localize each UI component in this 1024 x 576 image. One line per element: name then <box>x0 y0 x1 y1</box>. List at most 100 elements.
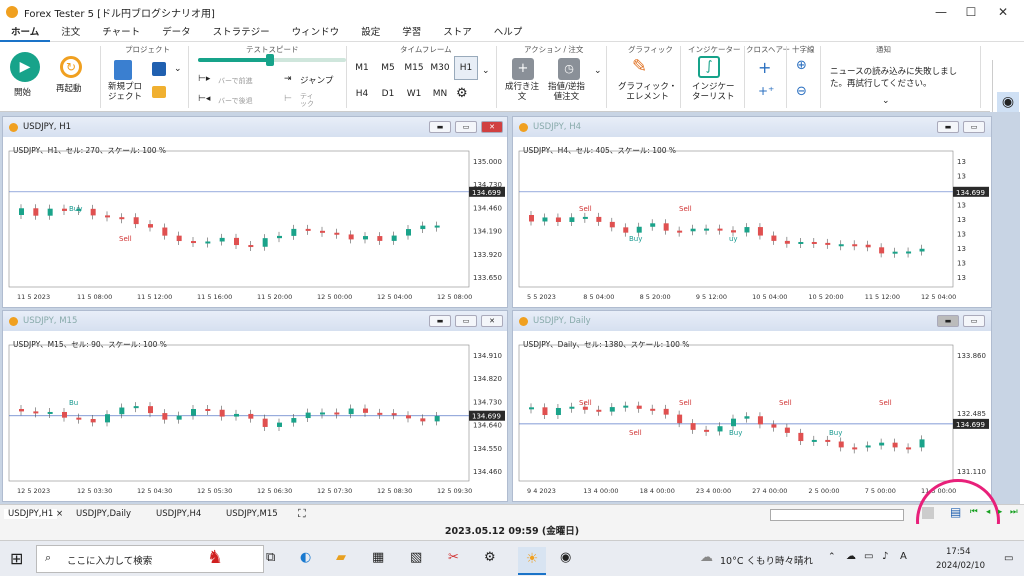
menu-chart[interactable]: チャート <box>91 24 151 42</box>
prev-icon[interactable]: ◂ <box>986 507 990 517</box>
panel-close-button[interactable]: ✕ <box>481 121 503 133</box>
speed-slider-thumb[interactable] <box>266 54 274 66</box>
tab-usdjpy-daily[interactable]: USDJPY,Daily <box>76 509 131 519</box>
crosshair-icon[interactable]: + <box>758 58 771 77</box>
zoom-in-icon[interactable]: ⊕ <box>796 58 807 73</box>
chart-panel-h4[interactable]: USDJPY, H4 ▬ ▭ USDJPY、H4、セル: 405、スケール: 1… <box>512 116 992 308</box>
panel-restore-button[interactable]: ▭ <box>963 121 985 133</box>
gear-icon[interactable]: ⚙ <box>456 86 468 101</box>
minimize-button[interactable]: — <box>926 0 956 24</box>
menu-strategy[interactable]: ストラテジー <box>202 24 281 42</box>
chevron-down-icon[interactable]: ⌄ <box>882 96 890 106</box>
menu-order[interactable]: 注文 <box>50 24 91 42</box>
jump-label[interactable]: ジャンプ <box>300 76 333 86</box>
tf-h4[interactable]: H4 <box>350 84 374 104</box>
zoom-out-icon[interactable]: ⊖ <box>796 84 807 99</box>
market-order-icon[interactable]: + <box>512 58 534 80</box>
ime-icon[interactable]: A <box>900 551 907 562</box>
tf-mn[interactable]: MN <box>428 84 452 104</box>
candlestick-chart[interactable]: 133.860 132.485 131.110 9 4 2023 13 4 00:00 1… <box>513 331 993 503</box>
new-project-label[interactable]: 新規プロ ジェクト <box>108 82 142 102</box>
calculator-icon[interactable]: ▦ <box>372 550 384 565</box>
graphic-element-label[interactable]: グラフィック・ エレメント <box>618 82 677 102</box>
menu-home[interactable]: ホーム <box>0 24 51 42</box>
new-project-icon[interactable] <box>114 60 132 80</box>
eye-icon[interactable]: ◉ <box>997 92 1019 112</box>
menu-store[interactable]: ストア <box>432 24 483 42</box>
maximize-button[interactable]: ☐ <box>956 0 986 24</box>
chevron-down-icon[interactable]: ⌄ <box>594 66 602 76</box>
save-icon[interactable] <box>152 62 166 76</box>
menu-window[interactable]: ウィンドウ <box>281 24 351 42</box>
windows-start-icon[interactable]: ⊞ <box>10 549 23 568</box>
menu-help[interactable]: ヘルプ <box>483 24 534 42</box>
menu-learning[interactable]: 学習 <box>391 24 432 42</box>
candlestick-chart[interactable]: 1313131313131313135 5 20238 5 04:008 5 2… <box>513 137 993 309</box>
last-page-icon[interactable]: ⏭ <box>1010 507 1018 517</box>
panel-minimize-button[interactable]: ▬ <box>937 121 959 133</box>
candlestick-chart[interactable]: 134.910 134.820 134.730 134.640 134.550 134.4… <box>3 331 509 503</box>
candlestick-chart[interactable]: 135.000134.730134.460134.190133.920133.6… <box>3 137 509 309</box>
network-icon[interactable]: ▭ <box>864 551 873 562</box>
jump-icon[interactable]: ⇥ <box>284 74 292 84</box>
step-back-icon[interactable]: ⊢◂ <box>198 94 210 104</box>
tab-usdjpy-h1[interactable]: USDJPY,H1 <box>4 509 58 519</box>
tab-close-icon[interactable]: × <box>56 509 63 519</box>
tf-h1[interactable]: H1 <box>454 56 478 80</box>
panel-restore-button[interactable]: ▭ <box>963 315 985 327</box>
tick-icon[interactable]: ⊢ <box>284 94 292 104</box>
tab-usdjpy-h4[interactable]: USDJPY,H4 <box>156 509 201 519</box>
menu-data[interactable]: データ <box>151 24 202 42</box>
task-view-icon[interactable]: ⧉ <box>266 550 275 565</box>
tf-w1[interactable]: W1 <box>402 84 426 104</box>
indicator-icon[interactable]: ∫ <box>698 56 720 78</box>
panel-restore-button[interactable]: ▭ <box>455 315 477 327</box>
indicator-list-label[interactable]: インジケー ターリスト <box>692 82 735 102</box>
chevron-down-icon[interactable]: ⌄ <box>482 66 490 76</box>
pencil-icon[interactable]: ✎ <box>632 56 647 77</box>
explorer-icon[interactable]: ▰ <box>336 550 346 565</box>
tf-d1[interactable]: D1 <box>376 84 400 104</box>
panel-restore-button[interactable]: ▭ <box>455 121 477 133</box>
panel-close-button[interactable]: ✕ <box>481 315 503 327</box>
chart-app-icon[interactable]: ▧ <box>410 550 422 565</box>
tf-m15[interactable]: M15 <box>402 58 426 78</box>
chart-shift-icon[interactable]: ▤ <box>950 505 961 519</box>
horizontal-scrollbar[interactable] <box>770 509 904 521</box>
volume-icon[interactable]: ♪ <box>882 551 888 562</box>
chart-panel-m15[interactable]: USDJPY, M15 ▬ ▭ ✕ USDJPY、M15、セル: 90、スケール… <box>2 310 508 502</box>
tray-chevron-icon[interactable]: ⌃ <box>828 552 836 562</box>
restart-label[interactable]: 再起動 <box>56 84 82 94</box>
tick-label[interactable]: ティ ック <box>300 92 314 108</box>
limit-order-icon[interactable]: ◷ <box>558 58 580 80</box>
step-forward-icon[interactable]: ⊢▸ <box>198 74 210 84</box>
restart-icon[interactable]: ↻ <box>60 56 82 78</box>
play-icon[interactable]: ▶ <box>10 52 40 82</box>
tf-m5[interactable]: M5 <box>376 58 400 78</box>
bar-back-label[interactable]: バーで後退 <box>218 96 253 106</box>
panel-minimize-button[interactable]: ▬ <box>937 315 959 327</box>
fullscreen-icon[interactable]: ⛶ <box>298 507 306 521</box>
tf-m30[interactable]: M30 <box>428 58 452 78</box>
dark-app-icon[interactable]: ⚙ <box>484 550 496 565</box>
chart-panel-h1[interactable]: USDJPY, H1 ▬ ▭ ✕ USDJPY、H1、セル: 270、スケール:… <box>2 116 508 308</box>
next-icon[interactable]: ▸ <box>998 507 1002 517</box>
tf-m1[interactable]: M1 <box>350 58 374 78</box>
chart-panel-daily[interactable]: USDJPY, Daily ▬ ▭ USDJPY、Daily、セル: 1380、… <box>512 310 992 502</box>
menu-settings[interactable]: 設定 <box>350 24 391 42</box>
onedrive-icon[interactable]: ☁ <box>846 551 856 562</box>
close-button[interactable]: ✕ <box>988 0 1018 24</box>
panel-minimize-button[interactable]: ▬ <box>429 121 451 133</box>
first-page-icon[interactable]: ⏮ <box>970 507 978 517</box>
limit-order-label[interactable]: 指値/逆指 値注文 <box>548 82 585 102</box>
folder-icon[interactable] <box>152 86 166 98</box>
pin-app-icon[interactable]: ◉ <box>560 550 571 565</box>
edge-icon[interactable]: ◐ <box>300 550 311 565</box>
market-order-label[interactable]: 成行き注 文 <box>505 82 539 102</box>
tab-usdjpy-m15[interactable]: USDJPY,M15 <box>226 509 278 519</box>
taskbar-search-box[interactable]: ⌕ ここに入力して検索 ♞ <box>36 545 264 573</box>
snip-icon[interactable]: ✂ <box>448 550 459 565</box>
crosshair-small-icon[interactable]: +⁺ <box>758 84 774 98</box>
bar-forward-label[interactable]: バーで前進 <box>218 76 253 86</box>
chevron-down-icon[interactable]: ⌄ <box>174 64 182 74</box>
